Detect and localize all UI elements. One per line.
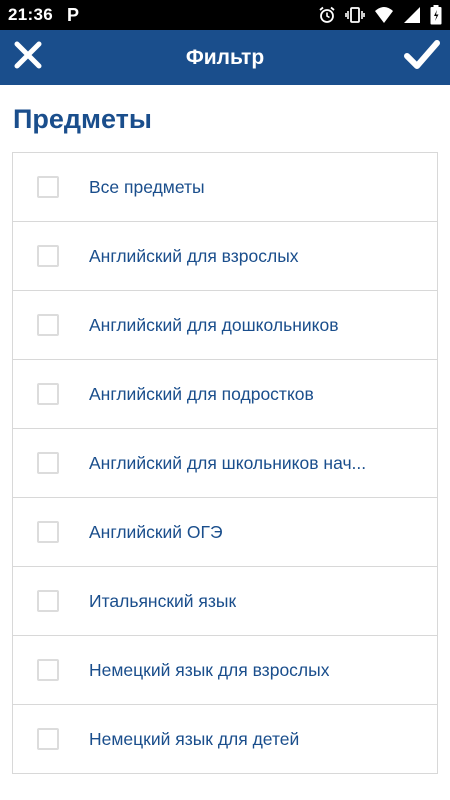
subject-label: Немецкий язык для детей	[89, 728, 300, 749]
subject-list-item[interactable]: Все предметы	[13, 153, 437, 222]
subject-label: Английский для подростков	[89, 383, 314, 404]
signal-icon	[403, 6, 421, 24]
subject-list-item[interactable]: Немецкий язык для детей	[13, 705, 437, 774]
checkbox[interactable]	[37, 590, 59, 612]
wifi-icon	[374, 6, 394, 24]
subject-list-item[interactable]: Итальянский язык	[13, 567, 437, 636]
subject-list-item[interactable]: Немецкий язык для взрослых	[13, 636, 437, 705]
checkbox[interactable]	[37, 728, 59, 750]
checkbox[interactable]	[37, 176, 59, 198]
checkbox[interactable]	[37, 383, 59, 405]
subject-label: Немецкий язык для взрослых	[89, 659, 330, 680]
status-icons	[318, 5, 442, 25]
section-title: Предметы	[13, 104, 152, 134]
subject-label: Итальянский язык	[89, 590, 237, 611]
toolbar-title: Фильтр	[185, 45, 265, 69]
subject-list-item[interactable]: Английский ОГЭ	[13, 498, 437, 567]
subject-label: Английский ОГЭ	[89, 521, 223, 542]
toolbar: Фильтр	[0, 30, 450, 85]
status-bar: 21:36 P	[0, 0, 450, 30]
alarm-icon	[318, 6, 336, 24]
subject-list-item[interactable]: Английский для школьников нач...	[13, 429, 437, 498]
subject-list-item[interactable]: Английский для взрослых	[13, 222, 437, 291]
battery-icon	[430, 5, 442, 25]
checkbox[interactable]	[37, 659, 59, 681]
checkbox[interactable]	[37, 452, 59, 474]
subject-list: Все предметы Английский для взрослых Англи…	[12, 152, 438, 774]
subject-label: Английский для взрослых	[89, 245, 299, 266]
subject-list-item[interactable]: Английский для дошкольников	[13, 291, 437, 360]
subject-list-item[interactable]: Английский для подростков	[13, 360, 437, 429]
checkbox[interactable]	[37, 314, 59, 336]
checkbox[interactable]	[37, 245, 59, 267]
close-button[interactable]	[0, 30, 56, 85]
status-time: 21:36	[8, 5, 53, 24]
subject-label: Все предметы	[89, 176, 205, 197]
vibrate-icon	[345, 6, 365, 24]
checkbox[interactable]	[37, 521, 59, 543]
checkmark-icon	[404, 39, 440, 76]
app-notification-icon: P	[66, 4, 79, 25]
subject-label: Английский для дошкольников	[89, 314, 339, 335]
close-icon	[13, 40, 43, 75]
subject-label: Английский для школьников нач...	[89, 452, 367, 473]
apply-button[interactable]	[394, 30, 450, 85]
